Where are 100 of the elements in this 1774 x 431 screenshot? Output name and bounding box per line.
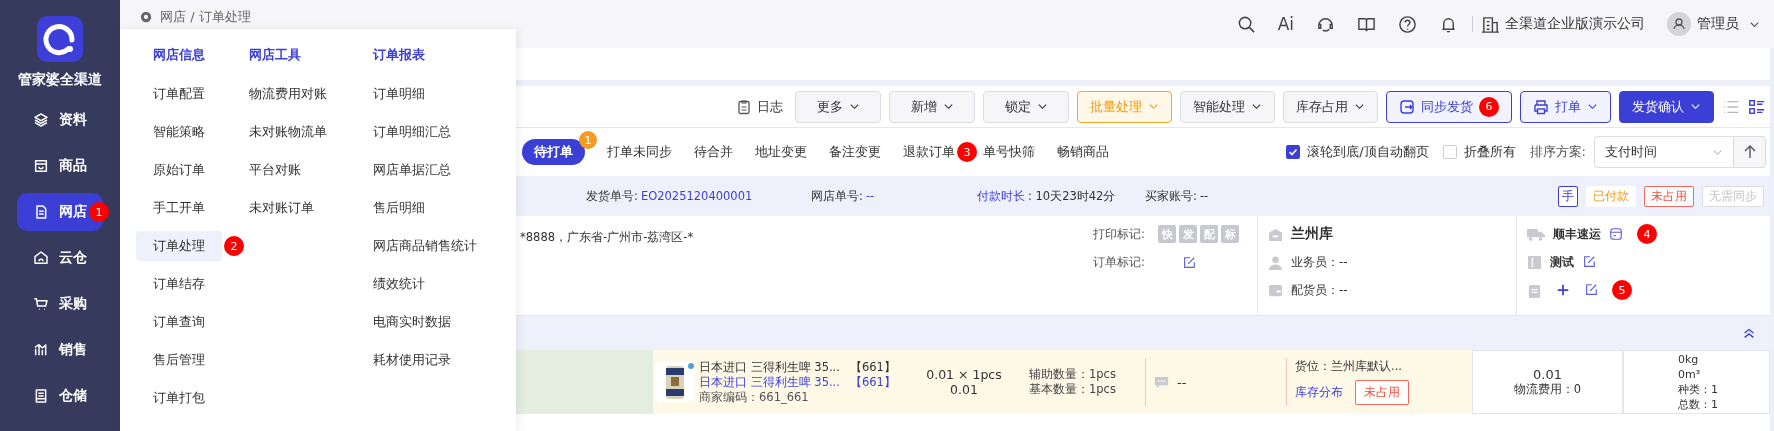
menu-item[interactable]: 耗材使用记录 — [356, 345, 468, 375]
user-name[interactable]: 管理员 — [1697, 15, 1739, 33]
nav-icon — [33, 204, 49, 220]
sort-direction-button[interactable] — [1734, 136, 1766, 168]
check-icon — [1287, 146, 1300, 158]
warehouse-name: 兰州库 — [1291, 225, 1333, 243]
carrier-name: 顺丰速运 — [1553, 225, 1601, 243]
detail-view-icon[interactable] — [1748, 97, 1766, 116]
product-link[interactable]: 日本进口 三得利生啤 35... — [699, 374, 840, 390]
wallet-icon — [1268, 282, 1283, 298]
status-tag: 已付款 — [1586, 185, 1636, 207]
log-button[interactable]: 日志 — [736, 97, 783, 116]
menu-item[interactable]: 订单处理 — [136, 231, 222, 261]
ai-assistant-button[interactable]: Ai — [1277, 14, 1294, 34]
edit-icon[interactable] — [1182, 255, 1196, 270]
menu-heading: 网店信息 — [152, 46, 205, 64]
avatar-icon[interactable] — [1667, 12, 1691, 36]
menu-item[interactable]: 订单配置 — [136, 79, 222, 109]
sort-label: 排序方案: — [1529, 143, 1586, 161]
menu-item[interactable]: 智能策略 — [136, 117, 222, 147]
checkbox[interactable] — [1286, 145, 1301, 159]
filter-tab[interactable]: 待合并 — [694, 143, 733, 161]
menu-item[interactable]: 物流费用对账 — [232, 79, 344, 109]
app-logo-icon — [37, 16, 83, 62]
status-tag: 手 — [1558, 185, 1578, 207]
edit-icon[interactable] — [1584, 283, 1598, 297]
toolbar-button[interactable]: 发货确认 — [1619, 90, 1714, 123]
waybill-icon[interactable] — [1609, 227, 1623, 241]
remark-text: -- — [1177, 374, 1187, 390]
gear-icon — [140, 11, 152, 23]
toolbar-button[interactable]: 打单 — [1520, 90, 1611, 123]
filter-tab[interactable]: 待打单 — [522, 139, 585, 165]
sort-select[interactable]: 支付时间 — [1594, 136, 1734, 168]
toolbar-button[interactable]: 库存占用 — [1283, 90, 1378, 123]
collapse-icon[interactable] — [1742, 326, 1756, 340]
add-icon[interactable] — [1556, 283, 1570, 297]
toolbar-button[interactable]: 同步发货 6 — [1386, 90, 1512, 123]
menu-item[interactable]: 订单明细汇总 — [356, 117, 468, 147]
filter-tab[interactable]: 畅销商品 — [1057, 143, 1109, 161]
checkbox-label[interactable]: 折叠所有 — [1463, 143, 1516, 161]
sidebar-item[interactable]: 资料 — [17, 101, 103, 139]
field-value: -- — [1199, 188, 1209, 204]
menu-item[interactable]: 绩效统计 — [356, 269, 442, 299]
edit-icon[interactable] — [1582, 255, 1596, 269]
printer-icon — [1533, 98, 1549, 115]
menu-item[interactable]: 订单明细 — [356, 79, 442, 109]
menu-item[interactable]: 手工开单 — [136, 193, 222, 223]
status-tag: 未占用 — [1644, 185, 1694, 207]
filter-tab[interactable]: 打单未同步 — [607, 143, 672, 161]
toolbar-button[interactable]: 锁定 — [983, 90, 1069, 123]
company-name[interactable]: 全渠道企业版演示公司 — [1505, 15, 1645, 33]
menu-item[interactable]: 未对账物流单 — [232, 117, 344, 147]
panel-icon — [1527, 254, 1542, 270]
menu-item[interactable]: 原始订单 — [136, 155, 222, 185]
kind-count: 种类：1 — [1678, 382, 1718, 397]
menu-item[interactable]: 订单结存 — [136, 269, 222, 299]
step-marker: 3 — [957, 142, 977, 162]
field-label: 买家账号: — [1145, 188, 1197, 204]
menu-item[interactable]: 网店商品销售统计 — [356, 231, 494, 261]
sidebar-item[interactable]: 仓储 — [17, 377, 103, 415]
nav-icon — [33, 296, 49, 312]
checkbox-label[interactable]: 滚轮到底/顶自动翻页 — [1307, 143, 1429, 161]
breadcrumb: 网店 / 订单处理 — [160, 8, 251, 26]
amount: 0.01 — [950, 382, 978, 397]
menu-item[interactable]: 网店单据汇总 — [356, 155, 468, 185]
caret-icon — [1354, 101, 1365, 112]
caret-icon — [1587, 101, 1598, 112]
menu-item[interactable]: 平台对账 — [232, 155, 318, 185]
sidebar-item[interactable]: 云仓 — [17, 239, 103, 277]
menu-item[interactable]: 售后明细 — [356, 193, 442, 223]
filter-tab[interactable]: 地址变更 — [755, 143, 807, 161]
field-label: 付款时长 — [977, 188, 1025, 204]
aux-quantity: 辅助数量：1pcs — [1029, 367, 1117, 382]
sidebar-item[interactable]: 采购 — [17, 285, 103, 323]
caret-icon — [1690, 101, 1701, 112]
menu-item[interactable]: 未对账订单 — [232, 193, 331, 223]
sidebar-item[interactable]: 商品 — [17, 147, 103, 185]
note-text: 测试 — [1550, 253, 1574, 271]
toolbar-button[interactable]: 智能处理 — [1180, 90, 1275, 123]
menu-item[interactable]: 电商实时数据 — [356, 307, 468, 337]
menu-item[interactable]: 订单查询 — [136, 307, 222, 337]
count-badge: 1 — [579, 131, 597, 149]
toolbar-button[interactable]: 新增 — [889, 90, 975, 123]
filter-tab[interactable]: 退款订单 — [903, 143, 955, 161]
total-count: 总数：1 — [1678, 397, 1718, 412]
filter-tab[interactable]: 单号快筛 — [983, 143, 1035, 161]
stock-distribution-link[interactable]: 库存分布 — [1295, 385, 1343, 400]
filter-tab[interactable]: 备注变更 — [829, 143, 881, 161]
toolbar-button[interactable]: 更多 — [795, 90, 881, 123]
brand-name: 管家婆全渠道 — [18, 71, 102, 89]
location-text: 货位：兰州库默认... — [1295, 359, 1403, 374]
menu-item[interactable]: 售后管理 — [136, 345, 222, 375]
search-icon[interactable] — [1236, 14, 1256, 34]
menu-item[interactable]: 订单打包 — [136, 383, 222, 413]
product-name: 日本进口 三得利生啤 35... — [699, 359, 840, 375]
field-label: 发货单号: — [586, 188, 638, 204]
clipboard-icon — [1527, 282, 1542, 298]
person-field: 业务员：-- — [1291, 253, 1348, 271]
help-icon[interactable] — [1398, 14, 1417, 34]
sidebar-item[interactable]: 销售 — [17, 331, 103, 369]
